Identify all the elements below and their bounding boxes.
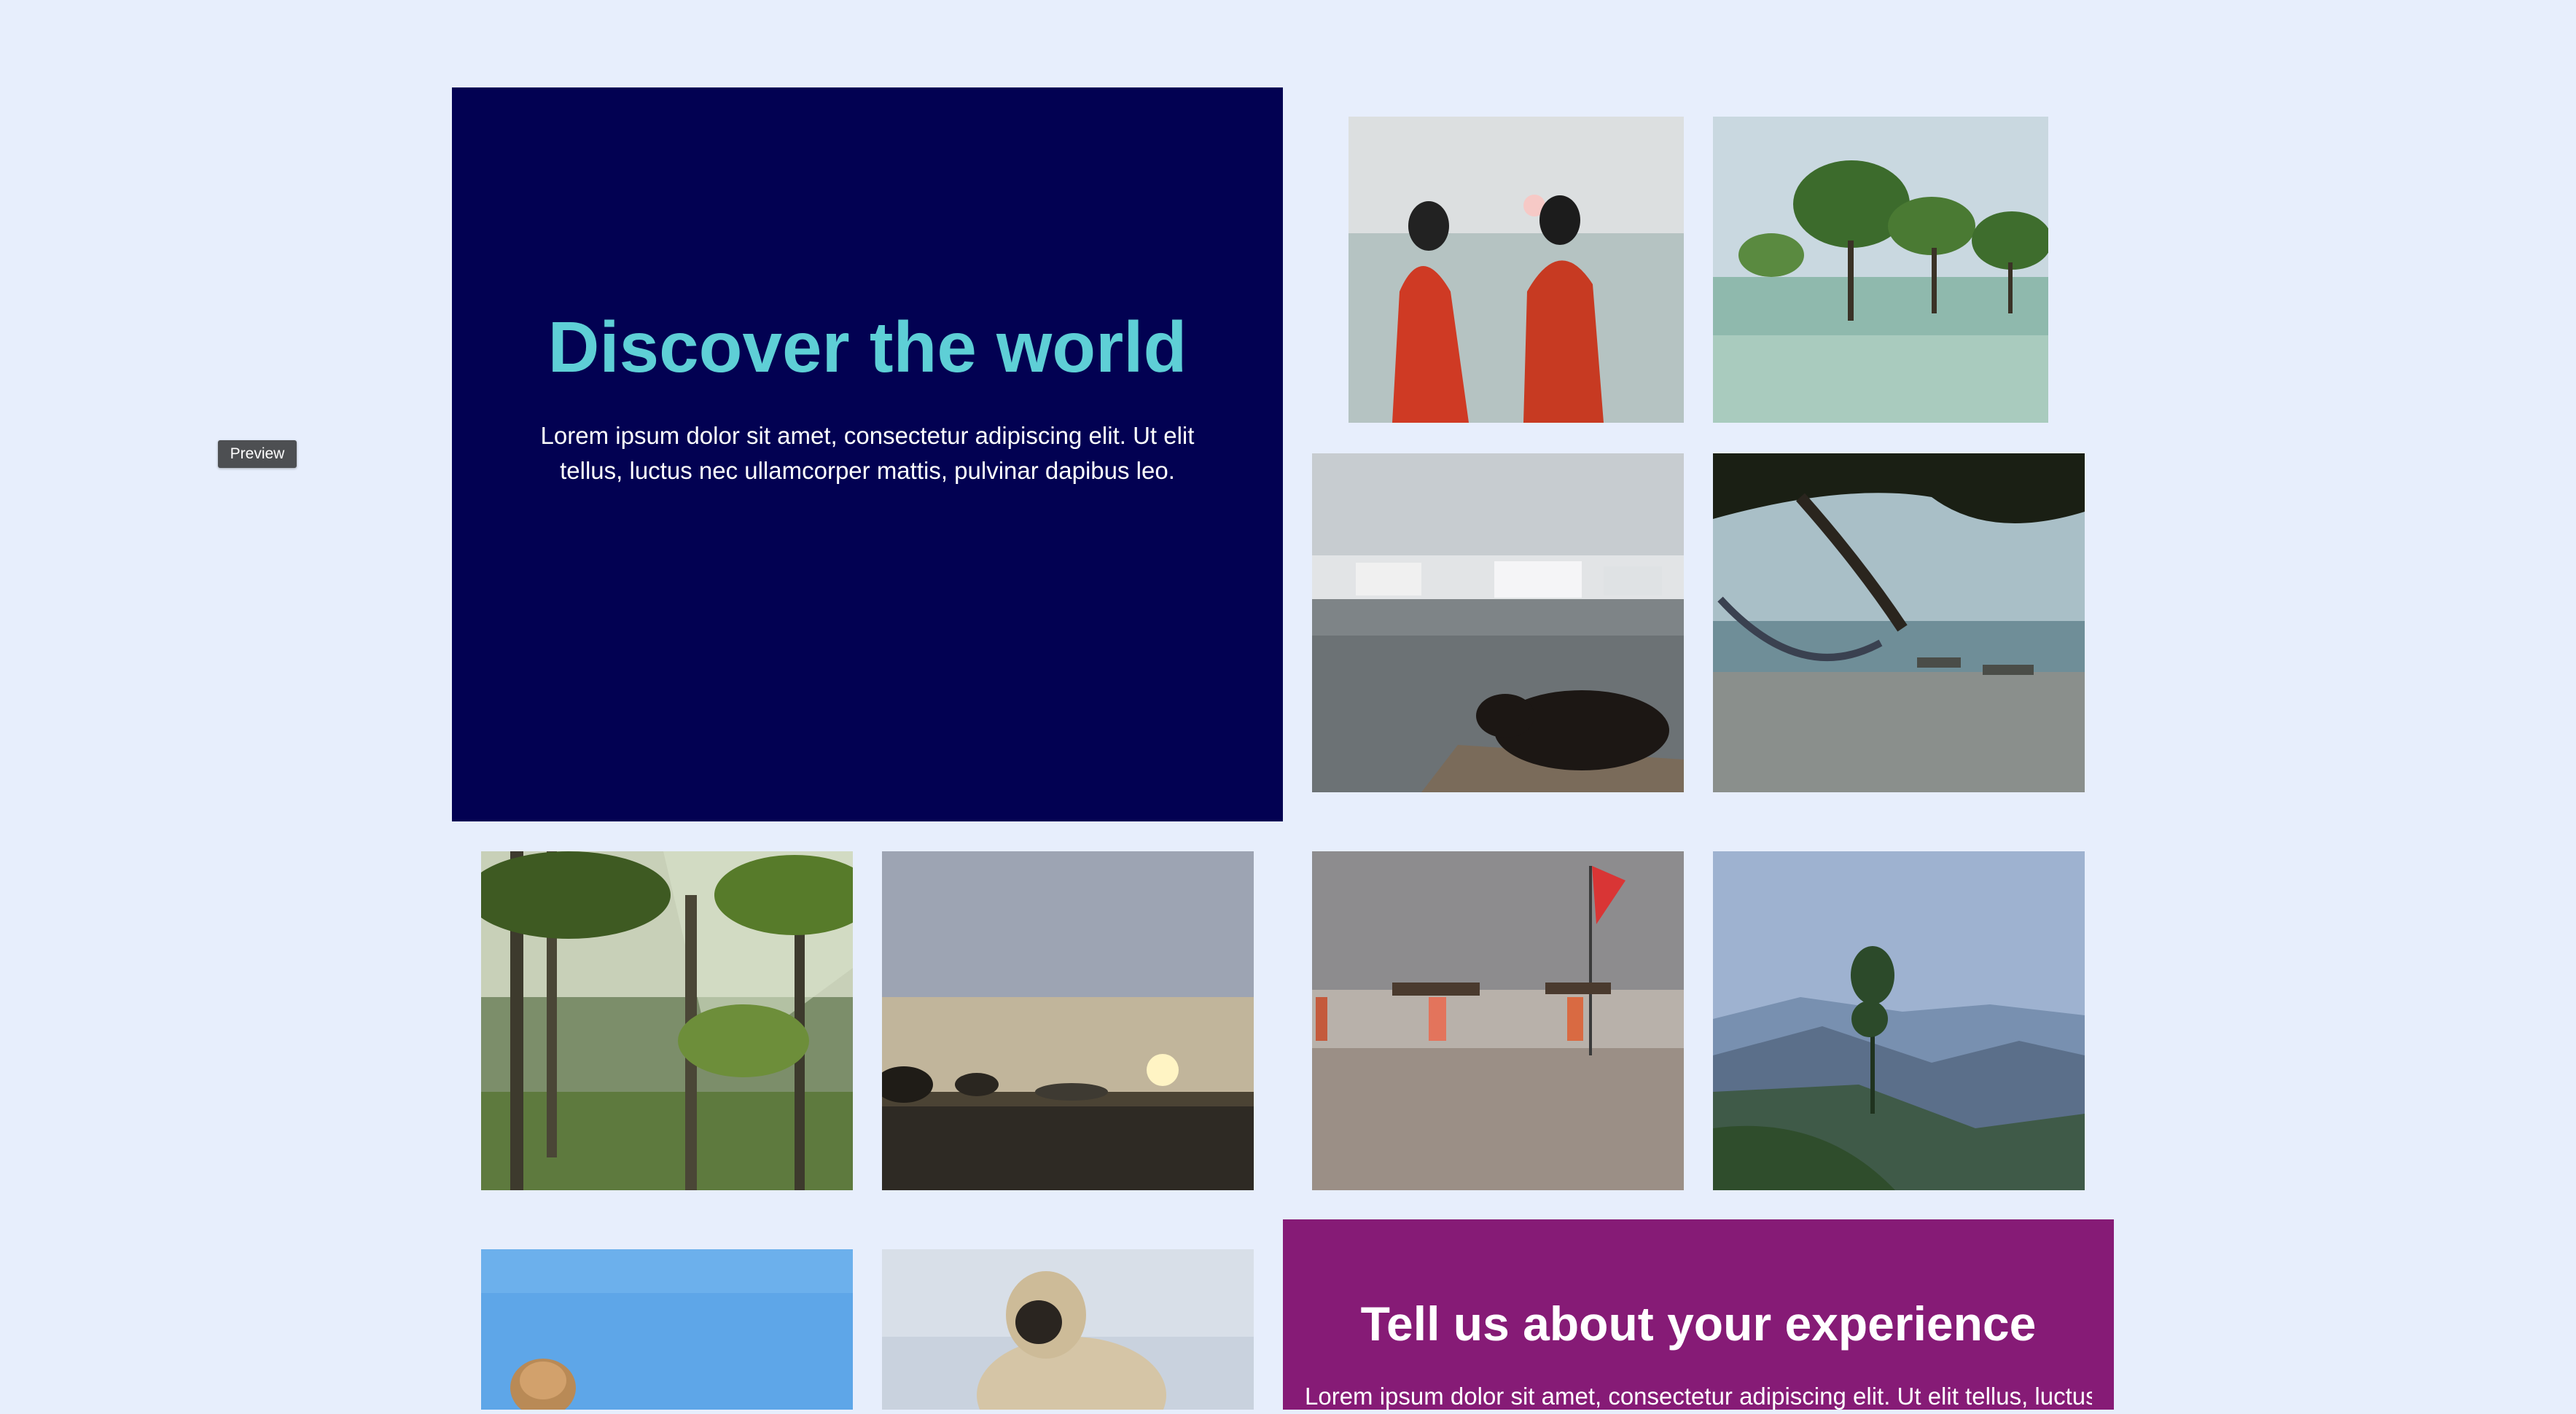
photo-hammock-beach (1713, 453, 2085, 792)
hero-title: Discover the world (547, 307, 1187, 387)
photo-sunset-tidal-flat (882, 851, 1254, 1190)
photo-langur-monkey (882, 1249, 1254, 1410)
photo-misty-mountains (1713, 851, 2085, 1190)
photo-cow-lakeside-town (1312, 453, 1684, 792)
hero-text: Lorem ipsum dolor sit amet, consectetur … (540, 422, 1195, 484)
photo-blue-wall-shell (481, 1249, 853, 1410)
photo-beach-wood-carriers (1312, 851, 1684, 1190)
photo-palm-forest (481, 851, 853, 1190)
photo-women-sunset-sea (1349, 117, 1684, 423)
preview-tag[interactable]: Preview (218, 440, 297, 468)
cta-text: Lorem ipsum dolor sit amet, consectetur … (1305, 1383, 2092, 1410)
photo-mangrove-trees (1713, 117, 2048, 423)
cta-title: Tell us about your experience (1360, 1297, 2037, 1351)
